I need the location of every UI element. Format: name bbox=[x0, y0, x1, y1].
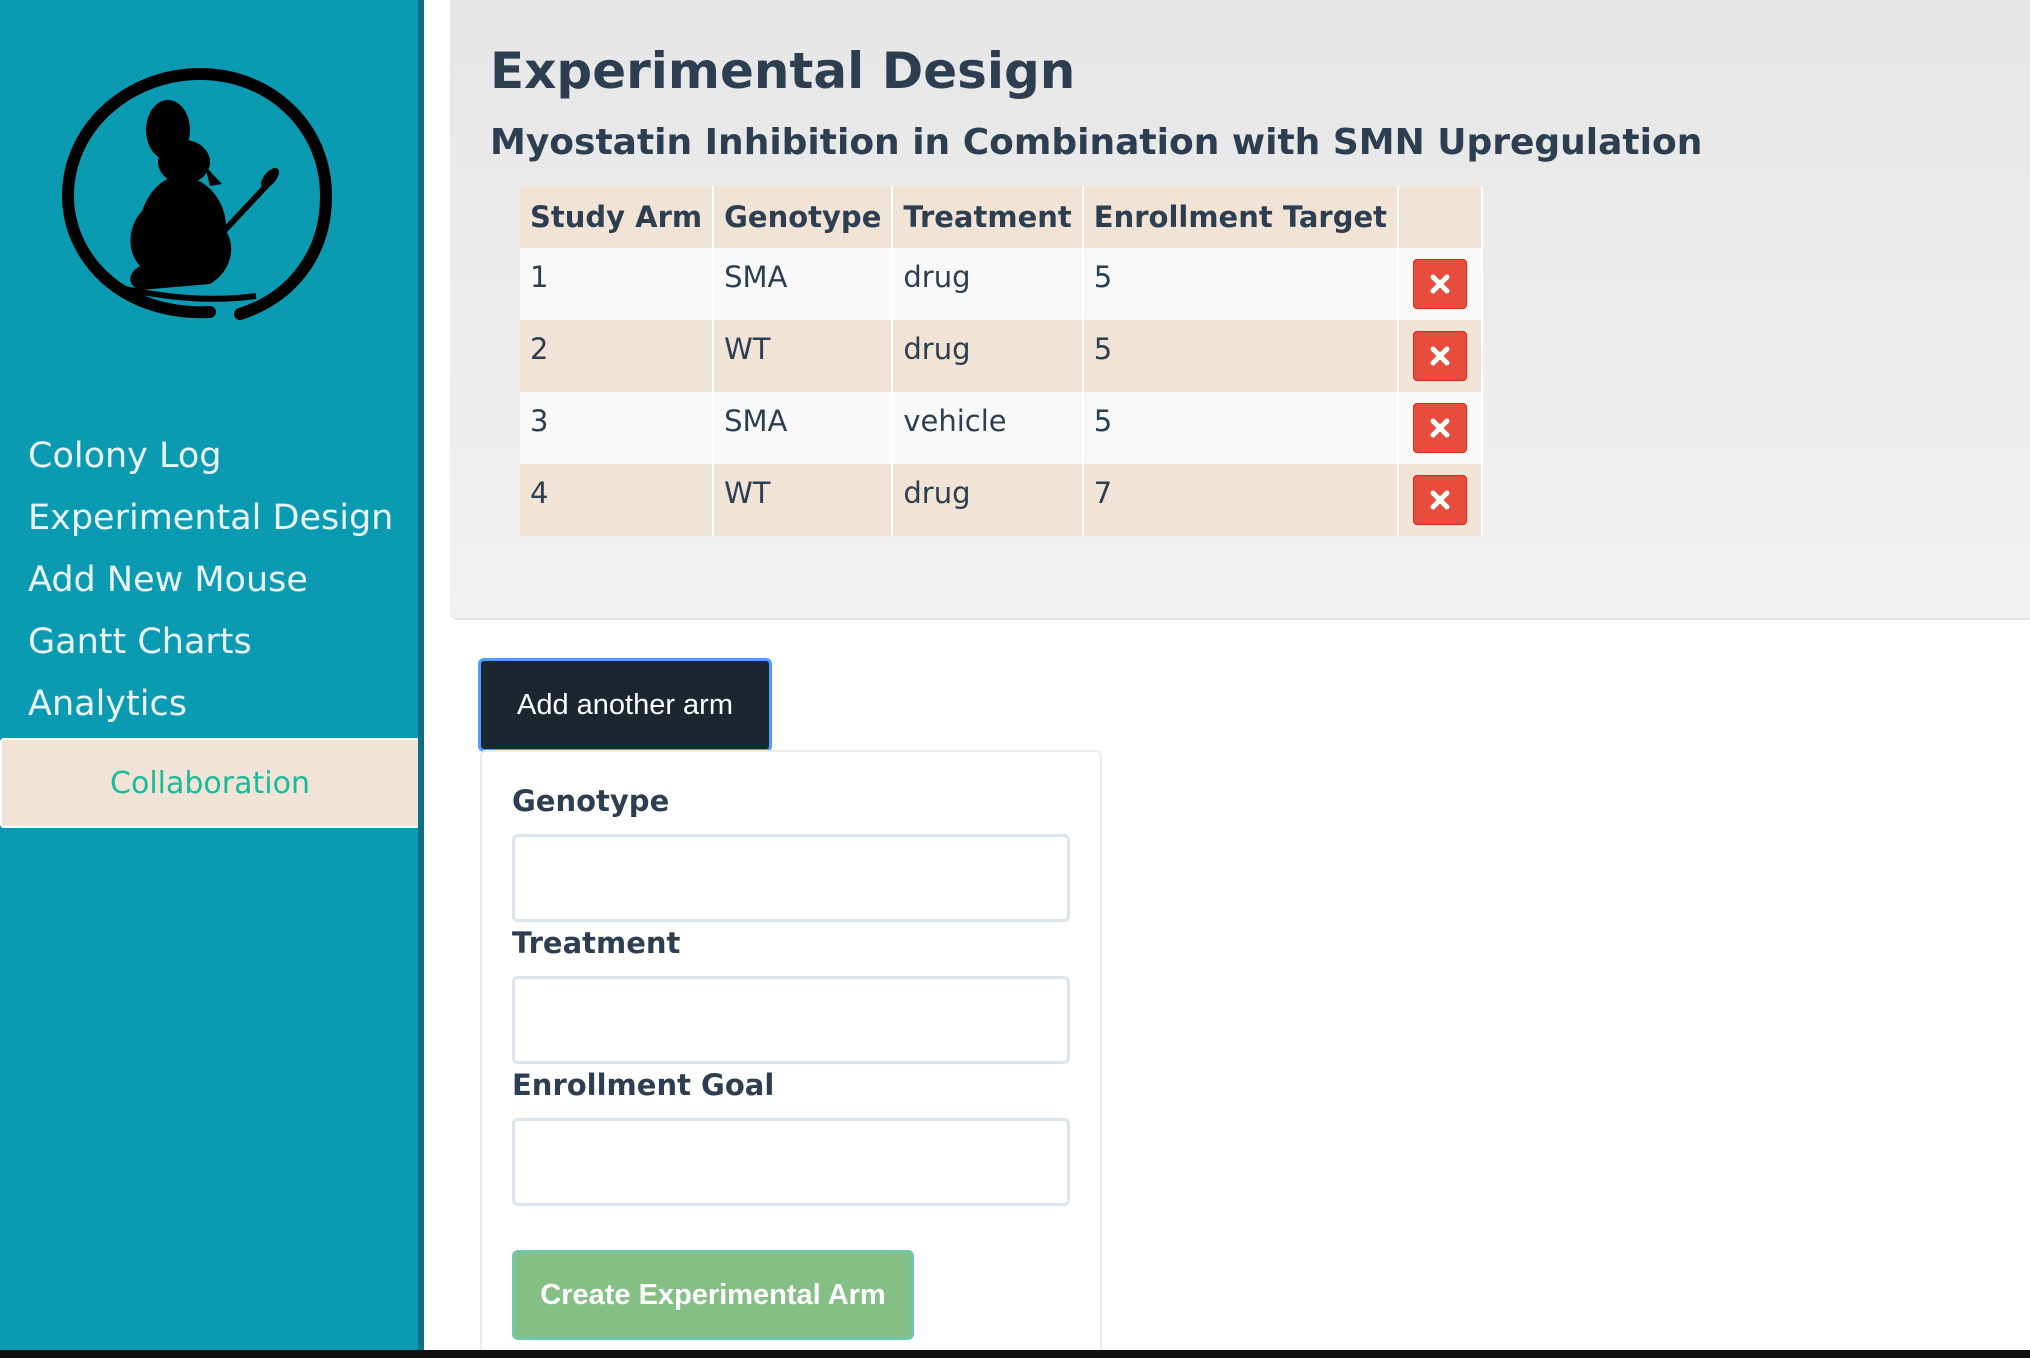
treatment-label: Treatment bbox=[512, 926, 681, 960]
cell-enrollment-target: 5 bbox=[1082, 392, 1400, 464]
sidebar-item-gantt-charts[interactable]: Gantt Charts bbox=[0, 611, 418, 673]
page-subtitle: Myostatin Inhibition in Combination with… bbox=[490, 122, 1703, 163]
enrollment-goal-input[interactable] bbox=[512, 1118, 1070, 1206]
table-row: 3 SMA vehicle 5 bbox=[520, 392, 1484, 464]
column-header-enrollment-target: Enrollment Target bbox=[1082, 186, 1400, 248]
cell-treatment: vehicle bbox=[892, 392, 1084, 464]
column-header-genotype: Genotype bbox=[713, 186, 894, 248]
close-icon bbox=[1430, 274, 1450, 294]
table-row: 4 WT drug 7 bbox=[520, 464, 1484, 536]
cell-enrollment-target: 5 bbox=[1082, 248, 1400, 320]
cell-enrollment-target: 5 bbox=[1082, 320, 1400, 392]
column-header-treatment: Treatment bbox=[892, 186, 1084, 248]
genotype-label: Genotype bbox=[512, 784, 670, 818]
sidebar-nav: Colony Log Experimental Design Add New M… bbox=[0, 425, 418, 735]
table-header-row: Study Arm Genotype Treatment Enrollment … bbox=[520, 186, 1484, 248]
cell-actions bbox=[1398, 320, 1484, 392]
cell-enrollment-target: 7 bbox=[1082, 464, 1400, 536]
treatment-input[interactable] bbox=[512, 976, 1070, 1064]
close-icon bbox=[1430, 346, 1450, 366]
cell-genotype: WT bbox=[713, 464, 894, 536]
close-icon bbox=[1430, 418, 1450, 438]
column-header-actions bbox=[1398, 186, 1484, 248]
delete-arm-button[interactable] bbox=[1413, 331, 1468, 381]
cell-actions bbox=[1398, 248, 1484, 320]
mouse-logo-icon[interactable] bbox=[60, 66, 334, 326]
create-experimental-arm-button[interactable]: Create Experimental Arm bbox=[512, 1250, 914, 1340]
sidebar: Colony Log Experimental Design Add New M… bbox=[0, 0, 424, 1350]
sidebar-divider bbox=[418, 0, 424, 1350]
cell-genotype: WT bbox=[713, 320, 894, 392]
cell-study-arm: 4 bbox=[520, 464, 715, 536]
sidebar-item-analytics[interactable]: Analytics bbox=[0, 673, 418, 735]
sidebar-item-colony-log[interactable]: Colony Log bbox=[0, 425, 418, 487]
cell-study-arm: 3 bbox=[520, 392, 715, 464]
cell-genotype: SMA bbox=[713, 392, 894, 464]
cell-treatment: drug bbox=[892, 248, 1084, 320]
cell-genotype: SMA bbox=[713, 248, 894, 320]
delete-arm-button[interactable] bbox=[1413, 259, 1468, 309]
cell-treatment: drug bbox=[892, 320, 1084, 392]
enrollment-goal-label: Enrollment Goal bbox=[512, 1068, 775, 1102]
add-another-arm-button[interactable]: Add another arm bbox=[478, 658, 772, 752]
delete-arm-button[interactable] bbox=[1413, 403, 1468, 453]
table-row: 2 WT drug 5 bbox=[520, 320, 1484, 392]
cell-treatment: drug bbox=[892, 464, 1084, 536]
page-title: Experimental Design bbox=[490, 42, 1076, 100]
cell-actions bbox=[1398, 392, 1484, 464]
sidebar-item-experimental-design[interactable]: Experimental Design bbox=[0, 487, 418, 549]
window-bottom-edge bbox=[0, 1350, 2030, 1358]
column-header-study-arm: Study Arm bbox=[520, 186, 715, 248]
delete-arm-button[interactable] bbox=[1413, 475, 1468, 525]
cell-study-arm: 1 bbox=[520, 248, 715, 320]
sidebar-item-collaboration[interactable]: Collaboration bbox=[0, 738, 420, 828]
study-arms-table: Study Arm Genotype Treatment Enrollment … bbox=[520, 186, 1484, 536]
sidebar-item-add-new-mouse[interactable]: Add New Mouse bbox=[0, 549, 418, 611]
cell-study-arm: 2 bbox=[520, 320, 715, 392]
app-root: Colony Log Experimental Design Add New M… bbox=[0, 0, 2030, 1358]
table-row: 1 SMA drug 5 bbox=[520, 248, 1484, 320]
genotype-input[interactable] bbox=[512, 834, 1070, 922]
close-icon bbox=[1430, 490, 1450, 510]
cell-actions bbox=[1398, 464, 1484, 536]
